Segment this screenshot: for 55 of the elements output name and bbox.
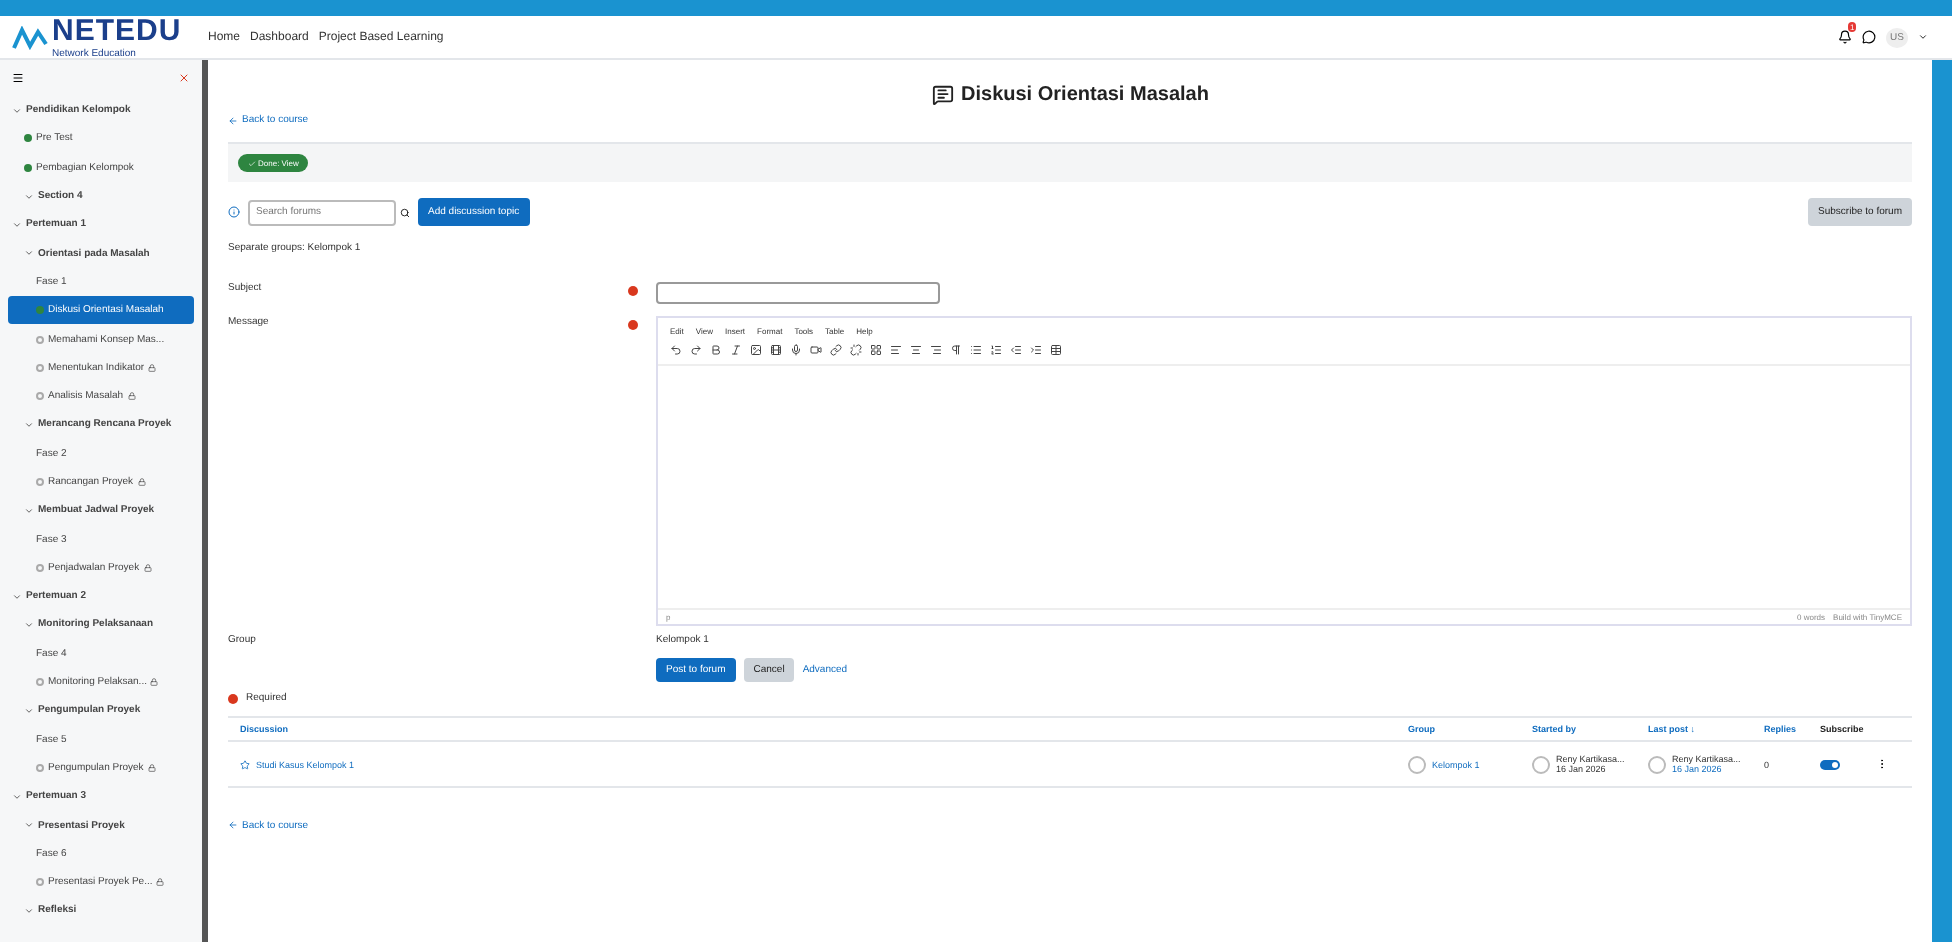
video-camera-icon[interactable] <box>810 344 822 356</box>
user-avatar <box>1532 755 1550 773</box>
align-right-icon[interactable] <box>930 344 942 356</box>
chevron-icon <box>12 219 22 230</box>
user-avatar <box>1648 755 1666 773</box>
subscribe-toggle[interactable] <box>1820 759 1840 769</box>
chevron-icon <box>24 191 34 202</box>
bold-icon[interactable] <box>710 344 722 356</box>
bullet-list-icon[interactable] <box>970 344 982 356</box>
chevron-icon <box>24 248 34 259</box>
notification-bell-icon[interactable] <box>1838 30 1853 44</box>
chevron-icon <box>24 705 34 716</box>
forum-icon <box>931 84 954 106</box>
info-icon <box>228 206 240 218</box>
required-icon <box>628 320 638 330</box>
chevron-icon <box>24 820 34 831</box>
logo-icon <box>12 25 48 49</box>
page-title: Diskusi Orientasi Masalah <box>961 84 1209 106</box>
grid-icon[interactable] <box>870 344 882 356</box>
close-icon[interactable] <box>178 72 190 84</box>
chevron-icon <box>12 105 22 116</box>
undo-icon[interactable] <box>670 344 682 356</box>
chevron-icon <box>24 505 34 516</box>
search-icon <box>400 207 410 217</box>
chevron-icon <box>24 905 34 916</box>
media-icon[interactable] <box>770 344 782 356</box>
chat-icon[interactable] <box>1862 30 1877 44</box>
subject-field[interactable] <box>656 282 940 304</box>
logo-text: NETEDU <box>52 14 182 48</box>
required-icon <box>228 694 238 704</box>
align-left-icon[interactable] <box>890 344 902 356</box>
numbered-list-icon[interactable] <box>990 344 1002 356</box>
redo-icon[interactable] <box>690 344 702 356</box>
check-icon <box>248 159 256 167</box>
group-avatar <box>1408 755 1426 773</box>
menu-icon[interactable] <box>12 72 24 84</box>
link-icon[interactable] <box>830 344 842 356</box>
italic-icon[interactable] <box>730 344 742 356</box>
star-icon[interactable] <box>240 759 250 769</box>
chevron-icon <box>12 791 22 802</box>
chevron-icon <box>24 619 34 630</box>
back-arrow-icon <box>228 820 238 830</box>
chevron-icon <box>12 591 22 602</box>
pilcrow-icon[interactable] <box>950 344 962 356</box>
microphone-icon[interactable] <box>790 344 802 356</box>
align-center-icon[interactable] <box>910 344 922 356</box>
table-icon[interactable] <box>1050 344 1062 356</box>
caret-icon <box>1918 32 1928 42</box>
required-icon <box>628 286 638 296</box>
outdent-icon[interactable] <box>1010 344 1022 356</box>
indent-icon[interactable] <box>1030 344 1042 356</box>
unlink-icon[interactable] <box>850 344 862 356</box>
chevron-icon <box>24 419 34 430</box>
back-arrow-icon <box>228 115 238 125</box>
image-icon[interactable] <box>750 344 762 356</box>
